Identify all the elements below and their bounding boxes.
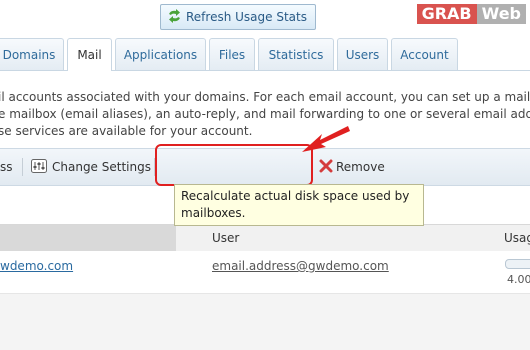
tab-statistics[interactable]: Statistics — [258, 38, 334, 70]
usage-bar — [505, 259, 530, 269]
sorted-column-header[interactable] — [0, 225, 176, 251]
table-empty-area — [0, 294, 530, 350]
description-line-1: il accounts associated with your domains… — [0, 90, 530, 104]
logo-web: Web — [476, 4, 526, 24]
toolbar-partial-button[interactable]: ss — [0, 149, 13, 185]
toolbar-separator — [22, 158, 23, 176]
table-header: User Usag — [0, 224, 530, 252]
mailbox-domain-link[interactable]: wdemo.com — [0, 259, 73, 273]
mail-description: il accounts associated with your domains… — [0, 89, 530, 140]
header-user[interactable]: User — [212, 225, 239, 251]
settings-sliders-icon — [31, 159, 47, 173]
tab-users[interactable]: Users — [337, 38, 388, 70]
change-settings-button[interactable]: Change Settings — [31, 149, 151, 185]
highlight-box — [155, 144, 313, 186]
usage-value: 4.00 — [507, 273, 530, 286]
change-settings-label: Change Settings — [52, 160, 151, 174]
tooltip-text-line-1: Recalculate actual disk space used by — [181, 189, 410, 203]
remove-label: Remove — [336, 160, 385, 174]
mailbox-user-link[interactable]: email.address@gwdemo.com — [212, 259, 389, 273]
description-line-3: se services are available for your accou… — [0, 124, 253, 138]
logo-grab: GRAB — [416, 4, 477, 24]
tab-domains[interactable]: Domains — [0, 38, 64, 70]
logo: GRAB Web — [416, 4, 526, 24]
table-row: wdemo.com email.address@gwdemo.com 4.00 — [0, 251, 530, 294]
remove-x-icon — [319, 159, 333, 173]
tab-applications[interactable]: Applications — [115, 38, 206, 70]
description-line-2: e mailbox (email aliases), an auto-reply… — [0, 107, 530, 121]
tab-account[interactable]: Account — [391, 38, 458, 70]
refresh-label: Refresh Usage Stats — [186, 10, 307, 24]
header-usage[interactable]: Usag — [504, 225, 530, 251]
red-arrow-icon — [300, 122, 352, 156]
refresh-arrows-icon — [167, 9, 182, 23]
tab-mail[interactable]: Mail — [67, 38, 112, 71]
tab-bar: Domains Mail Applications Files Statisti… — [0, 38, 530, 71]
tooltip-text-line-2: mailboxes. — [181, 206, 246, 220]
refresh-usage-stats-button[interactable]: Refresh Usage Stats — [160, 4, 316, 30]
tab-files[interactable]: Files — [209, 38, 255, 70]
refresh-tooltip: Recalculate actual disk space used by ma… — [174, 184, 424, 226]
